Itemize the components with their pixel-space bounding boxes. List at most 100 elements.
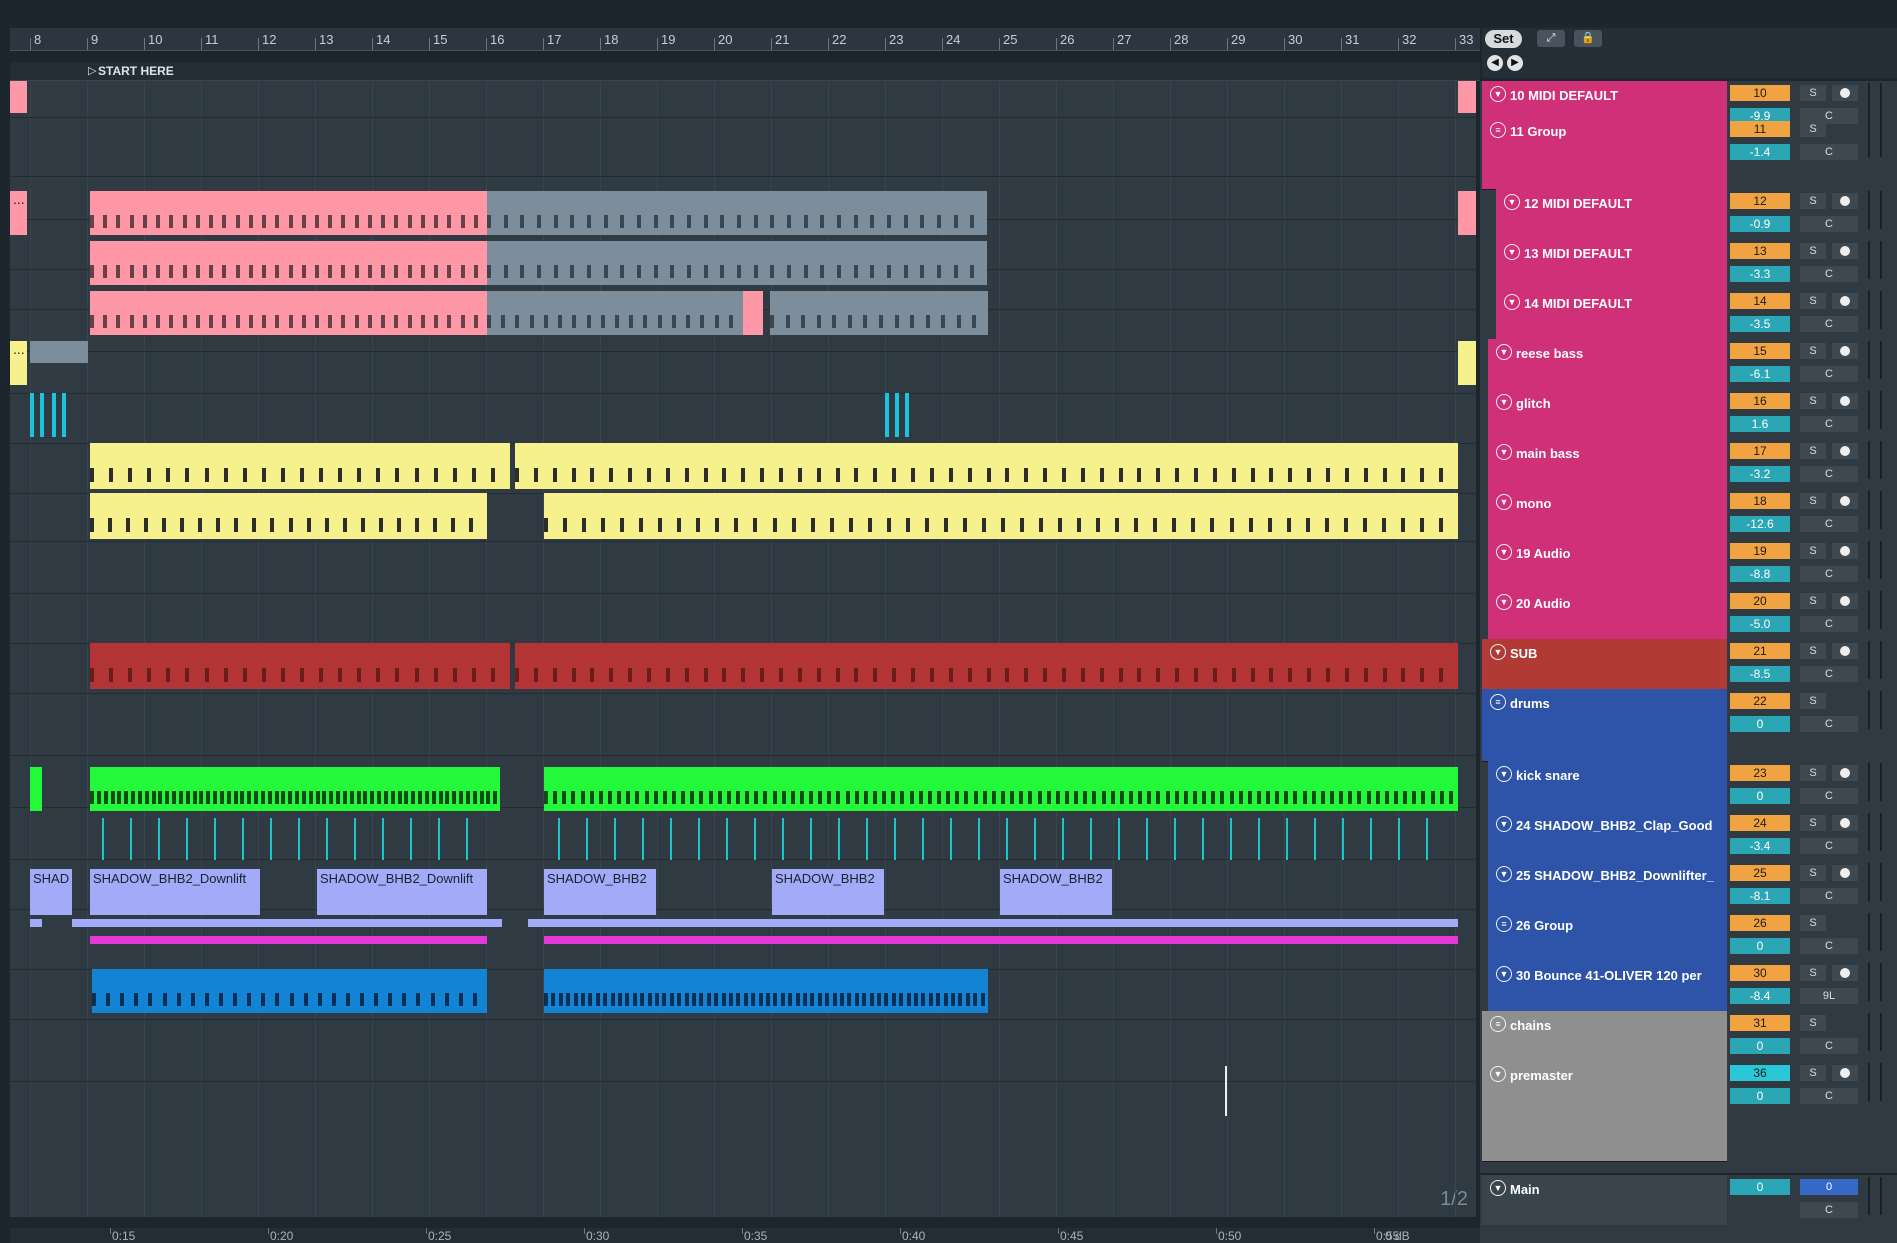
clap-hit[interactable] (698, 818, 700, 860)
volume-field[interactable]: -8.5 (1730, 666, 1790, 682)
fold-icon[interactable]: ≡ (1490, 1016, 1506, 1032)
midi-clip[interactable] (1458, 81, 1476, 113)
clap-hit[interactable] (1230, 818, 1232, 860)
main-track-header[interactable]: ▼ Main 0 0 C (1480, 1173, 1897, 1225)
clap-hit[interactable] (726, 818, 728, 860)
track-header[interactable]: ▼ 12 MIDI DEFAULT 12 -0.9 S C (1480, 189, 1897, 240)
volume-field[interactable]: 0 (1730, 788, 1790, 804)
track-activator[interactable]: 13 (1730, 243, 1790, 259)
fold-icon[interactable]: ▼ (1496, 866, 1512, 882)
track-activator[interactable]: 12 (1730, 193, 1790, 209)
automation-bar[interactable] (544, 936, 1458, 944)
volume-field[interactable]: -3.3 (1730, 266, 1790, 282)
clap-hit[interactable] (1118, 818, 1120, 860)
arm-button[interactable] (1832, 85, 1858, 101)
solo-button[interactable]: S (1800, 643, 1826, 659)
clap-hit[interactable] (754, 818, 756, 860)
track-lane[interactable] (10, 81, 1476, 118)
arm-button[interactable] (1832, 1065, 1858, 1081)
midi-clip[interactable]: ... (10, 341, 27, 385)
clap-hit[interactable] (410, 818, 412, 860)
automation-bar[interactable] (528, 919, 1458, 927)
lock-icon[interactable]: 🔒 (1574, 30, 1602, 47)
pan-field[interactable]: C (1800, 216, 1858, 232)
track-header[interactable]: ▼ glitch 16 1.6 S C (1480, 389, 1897, 440)
pan-field[interactable]: C (1800, 838, 1858, 854)
clap-hit[interactable] (214, 818, 216, 860)
midi-clip[interactable] (90, 191, 487, 235)
volume-field[interactable]: -1.4 (1730, 144, 1790, 160)
midi-clip[interactable] (487, 241, 987, 285)
audio-clip[interactable]: SHADOW_BHB2 (1000, 869, 1112, 915)
solo-button[interactable]: S (1800, 443, 1826, 459)
track-lane[interactable] (10, 593, 1476, 644)
solo-button[interactable]: S (1800, 865, 1826, 881)
midi-clip[interactable] (487, 291, 743, 335)
track-lane[interactable] (10, 807, 1476, 860)
fold-icon[interactable]: ▼ (1496, 494, 1512, 510)
track-activator[interactable]: 18 (1730, 493, 1790, 509)
fold-icon[interactable]: ≡ (1490, 694, 1506, 710)
track-activator[interactable]: 15 (1730, 343, 1790, 359)
track-title-bar[interactable]: ▼ 19 Audio (1488, 539, 1727, 590)
fold-icon[interactable]: ≡ (1496, 916, 1512, 932)
track-header[interactable]: ▼ 14 MIDI DEFAULT 14 -3.5 S C (1480, 289, 1897, 340)
audio-clip[interactable]: SHAD (30, 869, 72, 915)
automation-bar[interactable] (90, 936, 487, 944)
glitch-hit[interactable] (62, 393, 66, 437)
clap-hit[interactable] (894, 818, 896, 860)
fold-icon[interactable]: ▼ (1504, 294, 1520, 310)
track-activator[interactable]: 19 (1730, 543, 1790, 559)
track-activator[interactable]: 20 (1730, 593, 1790, 609)
clap-hit[interactable] (1062, 818, 1064, 860)
midi-clip[interactable] (515, 643, 1458, 689)
volume-field[interactable]: 1.6 (1730, 416, 1790, 432)
volume-field[interactable]: -12.6 (1730, 516, 1790, 532)
track-header[interactable]: ▼ kick snare 23 0 S C (1480, 761, 1897, 812)
track-header[interactable]: ▼ 20 Audio 20 -5.0 S C (1480, 589, 1897, 640)
pan-field[interactable]: C (1800, 1202, 1858, 1218)
midi-clip[interactable] (515, 443, 1458, 489)
fold-icon[interactable]: ▼ (1496, 816, 1512, 832)
track-title-bar[interactable]: ▼ kick snare (1488, 761, 1727, 812)
track-header[interactable]: ▼ premaster 36 0 S C (1480, 1061, 1897, 1162)
arm-button[interactable] (1832, 543, 1858, 559)
fold-icon[interactable]: ≡ (1490, 122, 1506, 138)
track-activator[interactable]: 10 (1730, 85, 1790, 101)
midi-clip[interactable] (90, 493, 487, 539)
clap-hit[interactable] (242, 818, 244, 860)
audio-clip[interactable]: SHADOW_BHB2_Downlift (90, 869, 260, 915)
solo-button[interactable]: S (1800, 693, 1826, 709)
track-title-bar[interactable]: ▼ SUB (1482, 639, 1727, 690)
clap-hit[interactable] (1370, 818, 1372, 860)
track-title-bar[interactable]: ▼ 12 MIDI DEFAULT (1496, 189, 1727, 240)
fold-icon[interactable]: ▼ (1496, 394, 1512, 410)
solo-button[interactable]: S (1800, 815, 1826, 831)
clap-hit[interactable] (614, 818, 616, 860)
track-header[interactable]: ▼ 10 MIDI DEFAULT 10 -9.9 S C (1480, 81, 1897, 124)
track-header[interactable]: ≡ chains 31 0 S C (1480, 1011, 1897, 1062)
track-lane[interactable] (10, 1019, 1476, 1082)
clap-hit[interactable] (978, 818, 980, 860)
pan-field[interactable]: C (1800, 1088, 1858, 1104)
clap-hit[interactable] (1090, 818, 1092, 860)
solo-button[interactable]: S (1800, 121, 1826, 137)
pan-field[interactable]: C (1800, 144, 1858, 160)
clap-hit[interactable] (782, 818, 784, 860)
volume-field[interactable]: -3.5 (1730, 316, 1790, 332)
track-title-bar[interactable]: ▼ main bass (1488, 439, 1727, 490)
track-activator[interactable]: 31 (1730, 1015, 1790, 1031)
midi-clip[interactable] (90, 291, 487, 335)
fold-icon[interactable]: ▼ (1490, 86, 1506, 102)
volume-field[interactable]: 0 (1730, 1179, 1790, 1195)
clap-hit[interactable] (670, 818, 672, 860)
glitch-hit[interactable] (895, 393, 899, 437)
volume-field[interactable]: -5.0 (1730, 616, 1790, 632)
volume-field[interactable]: 0 (1730, 716, 1790, 732)
track-title-bar[interactable]: ▼ Main (1482, 1175, 1727, 1225)
track-title-bar[interactable]: ▼ mono (1488, 489, 1727, 540)
volume-field[interactable]: -6.1 (1730, 366, 1790, 382)
time-ruler[interactable]: 0:15 0:20 0:25 0:30 0:35 0:40 0:45 0:50 0:55 0 dB (10, 1228, 1480, 1243)
track-header[interactable]: ▼ main bass 17 -3.2 S C (1480, 439, 1897, 490)
arm-button[interactable] (1832, 765, 1858, 781)
